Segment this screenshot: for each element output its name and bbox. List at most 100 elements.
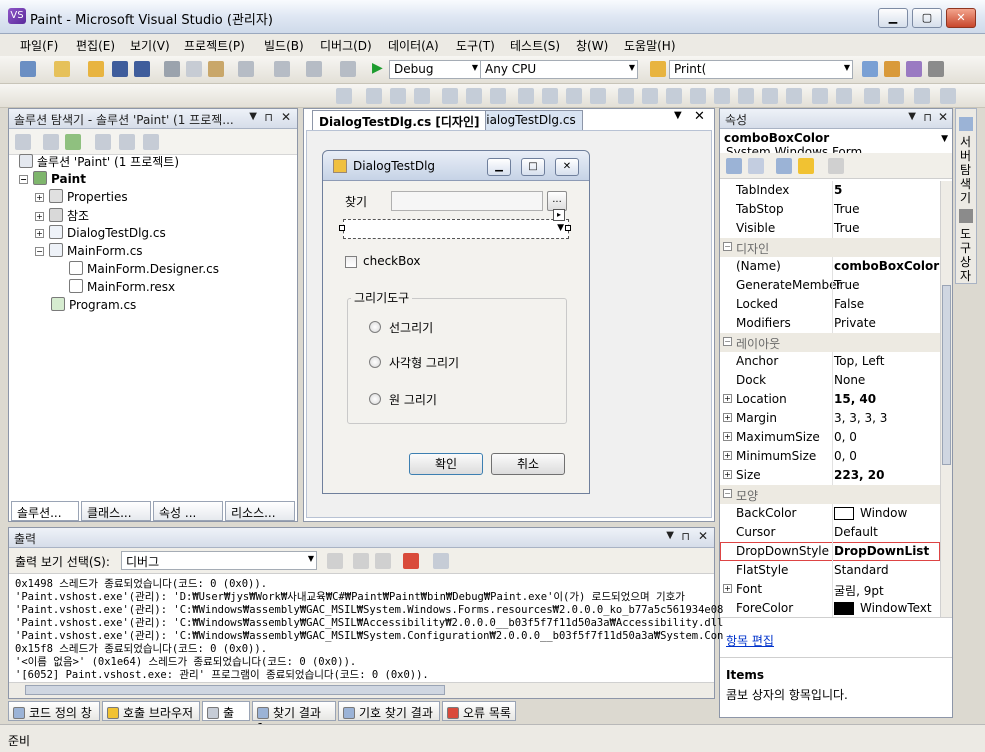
platform-select[interactable]: Any CPU ▼ (480, 60, 638, 79)
property-value[interactable]: Private (834, 316, 876, 330)
output-hscrollbar[interactable] (9, 682, 714, 698)
decrease-vspacing-icon[interactable] (762, 88, 778, 104)
tree-item-solution[interactable]: 솔루션 'Paint' (1 프로젝트) (19, 153, 179, 170)
tab-solution-explorer[interactable]: 솔루션... (11, 501, 79, 521)
color-combobox[interactable]: ▼ (343, 219, 569, 239)
menu-data[interactable]: 데이터(A) (388, 37, 439, 54)
save-icon[interactable] (112, 61, 128, 77)
refresh-icon[interactable] (65, 134, 81, 150)
radio-circle[interactable] (369, 393, 381, 405)
view-code-icon[interactable] (95, 134, 111, 150)
menu-test[interactable]: 테스트(S) (510, 37, 560, 54)
property-value[interactable]: True (834, 278, 860, 292)
send-to-back-icon[interactable] (888, 88, 904, 104)
collapse-icon[interactable]: − (723, 337, 732, 346)
menu-build[interactable]: 빌드(B) (264, 37, 304, 54)
solution-explorer-icon[interactable] (862, 61, 878, 77)
expand-icon[interactable]: + (723, 470, 732, 479)
expand-icon[interactable]: + (723, 394, 732, 403)
events-icon[interactable] (798, 158, 814, 174)
start-debug-icon[interactable]: ▶ (372, 60, 383, 76)
remove-vspacing-icon[interactable] (786, 88, 802, 104)
make-same-width-icon[interactable] (518, 88, 534, 104)
tab-resources[interactable]: 리소스... (225, 501, 295, 521)
properties-icon[interactable] (15, 134, 31, 150)
collapse-icon[interactable]: − (19, 175, 28, 184)
new-project-icon[interactable] (20, 61, 36, 77)
property-row[interactable]: + Margin 3, 3, 3, 3 (720, 409, 940, 428)
property-row[interactable]: Anchor Top, Left (720, 352, 940, 371)
find-textbox[interactable] (391, 191, 543, 211)
menu-window[interactable]: 창(W) (576, 37, 608, 54)
property-row[interactable]: Dock None (720, 371, 940, 390)
solution-config-select[interactable]: Debug ▼ (389, 60, 481, 79)
minimize-button[interactable]: ▁ (878, 8, 908, 28)
property-row[interactable]: + MaximumSize 0, 0 (720, 428, 940, 447)
property-value[interactable]: DropDownList (834, 544, 929, 558)
document-list-icon[interactable]: ▼ (674, 110, 682, 121)
clear-all-icon[interactable] (403, 553, 419, 569)
decrease-hspacing-icon[interactable] (666, 88, 682, 104)
undo-icon[interactable] (238, 61, 254, 77)
property-value[interactable]: WindowText (860, 601, 932, 615)
increase-vspacing-icon[interactable] (738, 88, 754, 104)
tree-item-program[interactable]: Program.cs (51, 297, 136, 312)
make-same-height-icon[interactable] (542, 88, 558, 104)
collapse-icon[interactable]: − (723, 242, 732, 251)
expand-icon[interactable]: + (723, 584, 732, 593)
pin-icon[interactable]: ⊓ (264, 111, 273, 124)
property-row[interactable]: Cursor Default (720, 523, 940, 542)
property-value[interactable]: 15, 40 (834, 392, 876, 406)
property-row[interactable]: + Location 15, 40 (720, 390, 940, 409)
tree-item-mainform-resx[interactable]: MainForm.resx (69, 279, 175, 294)
expand-icon[interactable]: + (35, 229, 44, 238)
toolbox-tab[interactable]: 도구 상자 (960, 227, 974, 283)
menu-view[interactable]: 보기(V) (130, 37, 170, 54)
property-grid-scrollbar[interactable] (940, 181, 952, 617)
bring-to-front-icon[interactable] (864, 88, 880, 104)
tree-item-dialogtestdlg[interactable]: + DialogTestDlg.cs (35, 225, 166, 240)
smart-tag-icon[interactable]: ▸ (553, 209, 565, 221)
collapse-icon[interactable]: − (35, 247, 44, 256)
expand-icon[interactable]: + (35, 193, 44, 202)
scroll-thumb[interactable] (942, 285, 951, 465)
size-to-grid-icon[interactable] (566, 88, 582, 104)
server-explorer-tab[interactable]: 서버 탐색기 (960, 135, 974, 205)
find-label[interactable]: 찾기 (345, 193, 367, 210)
lock-controls-icon[interactable] (940, 88, 956, 104)
checkbox-label[interactable]: checkBox (363, 254, 420, 268)
radio-rectangle[interactable] (369, 356, 381, 368)
save-all-icon[interactable] (134, 61, 150, 77)
cancel-button[interactable]: 취소 (491, 453, 565, 475)
redo-icon[interactable] (274, 61, 290, 77)
menu-file[interactable]: 파일(F) (20, 37, 58, 54)
expand-icon[interactable]: + (35, 212, 44, 221)
property-value[interactable]: False (834, 297, 864, 311)
tree-item-references[interactable]: + 참조 (35, 207, 89, 224)
tab-class-view[interactable]: 클래스... (81, 501, 151, 521)
properties-window-icon[interactable] (884, 61, 900, 77)
property-row[interactable]: Visible True (720, 219, 940, 238)
object-browser-icon[interactable] (906, 61, 922, 77)
browse-button[interactable]: ... (547, 191, 567, 211)
property-row[interactable]: FlatStyle Standard (720, 561, 940, 580)
menu-debug[interactable]: 디버그(D) (320, 37, 372, 54)
expand-icon[interactable]: + (723, 451, 732, 460)
close-button[interactable]: ✕ (946, 8, 976, 28)
property-row[interactable]: ForeColor WindowText (720, 599, 940, 617)
dropdown-icon[interactable]: ▼ (249, 111, 257, 122)
property-row[interactable]: Locked False (720, 295, 940, 314)
property-row[interactable]: BackColor Window (720, 504, 940, 523)
tab-code[interactable]: DialogTestDlg.cs (470, 110, 583, 130)
output-source-select[interactable]: 디버그 ▼ (121, 551, 317, 570)
center-vertically-icon[interactable] (836, 88, 852, 104)
scroll-thumb[interactable] (25, 685, 445, 695)
designed-form[interactable]: DialogTestDlg ▁ □ ✕ 찾기 ... ▼ ▸ checkBox … (322, 150, 590, 494)
property-row[interactable]: + MinimumSize 0, 0 (720, 447, 940, 466)
expand-icon[interactable]: + (723, 432, 732, 441)
property-value[interactable]: 0, 0 (834, 430, 857, 444)
increase-hspacing-icon[interactable] (642, 88, 658, 104)
tab-designer[interactable]: DialogTestDlg.cs [디자인] (312, 110, 487, 130)
tab-order-icon[interactable] (914, 88, 930, 104)
checkbox[interactable] (345, 256, 357, 268)
